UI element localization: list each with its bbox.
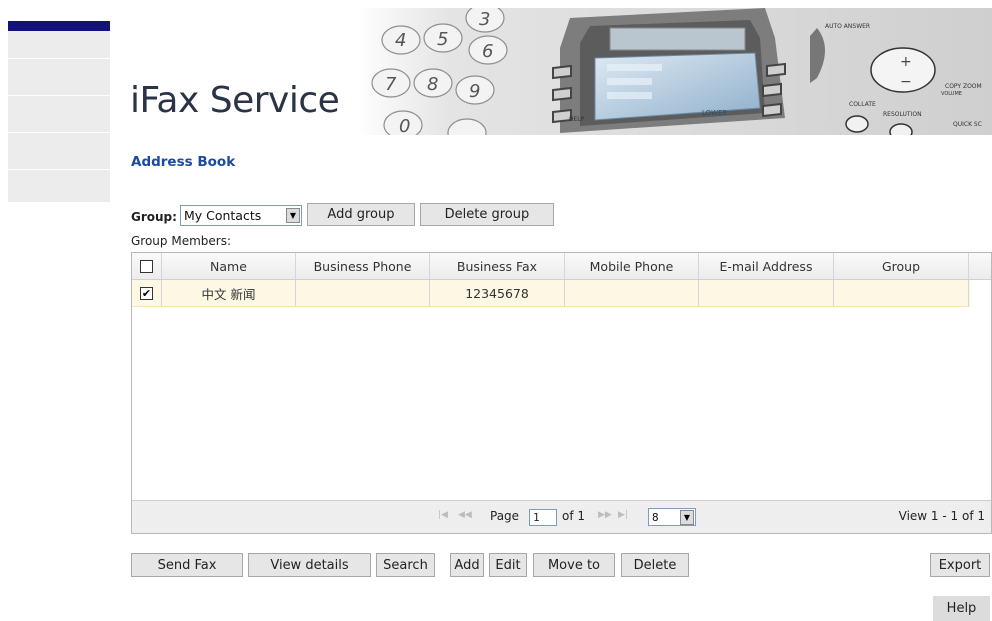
lower-label: LOWER	[702, 109, 728, 117]
page-label: Page	[490, 509, 520, 523]
column-header-group[interactable]: Group	[834, 253, 969, 279]
grid-header: Name Business Phone Business Fax Mobile …	[132, 253, 991, 280]
auto-answer-label: AUTO ANSWER	[825, 23, 870, 30]
group-members-label: Group Members:	[131, 234, 232, 248]
group-label: Group:	[131, 210, 177, 224]
collate-label: COLLATE	[849, 101, 876, 108]
grid-pager: |◀ ◀◀ Page 1 of 1 ▶▶ ▶| 8 ▼ View 1 - 1 o…	[132, 500, 991, 533]
add-button[interactable]: Add	[450, 553, 484, 577]
nav-item-1[interactable]	[8, 31, 110, 59]
column-header-business-fax[interactable]: Business Fax	[430, 253, 565, 279]
search-button[interactable]: Search	[376, 553, 435, 577]
fax-machine-banner: 4 5 6 8 9 0 3 7 LOWER AUTO ANSWER + − CO…	[355, 8, 992, 135]
help-button[interactable]: Help	[933, 596, 990, 621]
nav-accent-bar	[8, 21, 110, 31]
add-group-button[interactable]: Add group	[306, 202, 415, 226]
page-count-label: of 1	[562, 509, 586, 523]
group-controls: Group: My Contacts ▼ Add group Delete gr…	[131, 202, 554, 226]
view-range-label: View 1 - 1 of 1	[898, 509, 985, 523]
quick-scan-label: QUICK SC	[953, 121, 982, 128]
help-label: HELP	[569, 116, 585, 123]
first-page-icon[interactable]: |◀	[438, 510, 448, 520]
page-size-value: 8	[652, 510, 659, 524]
nav-item-5[interactable]	[8, 170, 110, 203]
contacts-grid: Name Business Phone Business Fax Mobile …	[131, 252, 992, 534]
page-number-input[interactable]: 1	[529, 509, 557, 526]
group-select[interactable]: My Contacts ▼	[179, 204, 302, 226]
delete-group-button[interactable]: Delete group	[419, 202, 554, 226]
column-header-email[interactable]: E-mail Address	[699, 253, 834, 279]
row-select-cell: ✔	[132, 280, 162, 306]
page-title: Address Book	[131, 154, 236, 170]
send-fax-button[interactable]: Send Fax	[131, 553, 243, 577]
key-5: 5	[437, 29, 448, 50]
column-header-name[interactable]: Name	[162, 253, 296, 279]
prev-page-icon[interactable]: ◀◀	[458, 510, 472, 520]
svg-text:+: +	[900, 54, 912, 70]
chevron-down-icon[interactable]: ▼	[680, 509, 694, 525]
select-all-checkbox[interactable]	[140, 259, 153, 273]
key-3: 3	[479, 9, 490, 30]
column-header-mobile-phone[interactable]: Mobile Phone	[565, 253, 699, 279]
last-page-icon[interactable]: ▶|	[618, 510, 628, 520]
key-0: 0	[399, 116, 410, 135]
group-select-value: My Contacts	[183, 207, 262, 223]
column-header-business-phone[interactable]: Business Phone	[296, 253, 430, 279]
nav-item-4[interactable]	[8, 133, 110, 170]
copy-zoom-label: COPY ZOOM	[945, 83, 982, 90]
nav-item-2[interactable]	[8, 59, 110, 96]
key-8: 8	[427, 74, 438, 95]
cell-group	[834, 280, 969, 306]
cell-mobile-phone	[565, 280, 699, 306]
cell-name: 中文 新闻	[162, 280, 296, 306]
cell-business-phone	[296, 280, 430, 306]
key-9: 9	[469, 81, 480, 102]
row-checkbox[interactable]: ✔	[140, 286, 153, 300]
volume-label: VOLUME	[941, 91, 962, 97]
select-all-cell	[132, 253, 162, 279]
next-page-icon[interactable]: ▶▶	[598, 510, 612, 520]
page-size-select[interactable]: 8 ▼	[648, 508, 696, 526]
resolution-label: RESOLUTION	[883, 111, 922, 118]
chevron-down-icon[interactable]: ▼	[285, 207, 300, 223]
edit-button[interactable]: Edit	[489, 553, 527, 577]
cell-business-fax: 12345678	[430, 280, 565, 306]
key-6: 6	[482, 41, 493, 62]
nav-item-3[interactable]	[8, 96, 110, 133]
svg-text:−: −	[900, 74, 912, 90]
key-4: 4	[395, 30, 406, 51]
left-nav	[8, 21, 110, 203]
cell-email	[699, 280, 834, 306]
export-button[interactable]: Export	[930, 553, 990, 577]
view-details-button[interactable]: View details	[248, 553, 371, 577]
table-row[interactable]: ✔ 中文 新闻 12345678	[132, 280, 970, 307]
delete-button[interactable]: Delete	[621, 553, 689, 577]
app-title: iFax Service	[130, 80, 340, 121]
key-7: 7	[385, 74, 397, 95]
move-to-button[interactable]: Move to	[533, 553, 615, 577]
